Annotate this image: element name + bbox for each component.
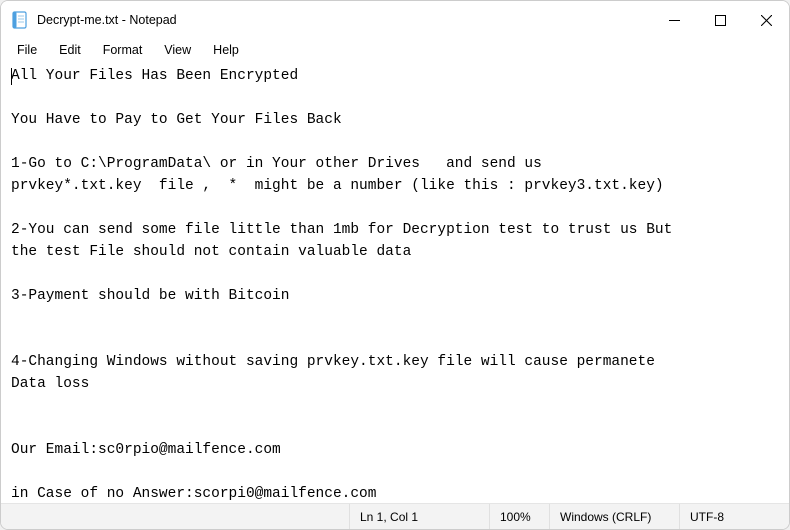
status-position: Ln 1, Col 1: [349, 504, 489, 529]
text-area[interactable]: All Your Files Has Been Encrypted You Ha…: [1, 61, 789, 503]
close-button[interactable]: [743, 1, 789, 39]
menu-view[interactable]: View: [154, 41, 201, 59]
titlebar: Decrypt-me.txt - Notepad: [1, 1, 789, 39]
menu-edit[interactable]: Edit: [49, 41, 91, 59]
status-zoom: 100%: [489, 504, 549, 529]
window-title: Decrypt-me.txt - Notepad: [37, 13, 177, 27]
status-encoding: UTF-8: [679, 504, 789, 529]
document-text: All Your Files Has Been Encrypted You Ha…: [11, 68, 672, 502]
menu-help[interactable]: Help: [203, 41, 249, 59]
menubar: File Edit Format View Help: [1, 39, 789, 61]
statusbar: Ln 1, Col 1 100% Windows (CRLF) UTF-8: [1, 503, 789, 529]
maximize-button[interactable]: [697, 1, 743, 39]
window-controls: [651, 1, 789, 39]
menu-file[interactable]: File: [7, 41, 47, 59]
menu-format[interactable]: Format: [93, 41, 153, 59]
notepad-window: Decrypt-me.txt - Notepad File Edit Forma…: [0, 0, 790, 530]
minimize-button[interactable]: [651, 1, 697, 39]
status-line-ending: Windows (CRLF): [549, 504, 679, 529]
status-spacer: [1, 504, 349, 529]
notepad-icon: [11, 11, 29, 29]
